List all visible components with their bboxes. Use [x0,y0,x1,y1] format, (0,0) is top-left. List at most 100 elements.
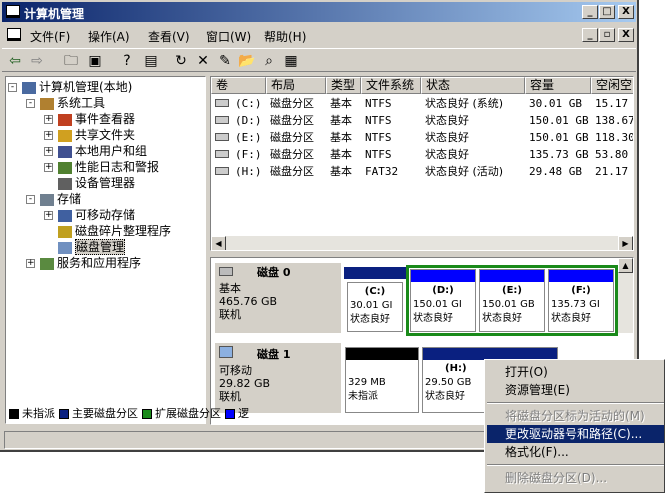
console-tree: - 计算机管理(本地) - 系统工具 + 事件查看器 + 共享文件夹 + 本地用户和组 + 性能日志和… [5,76,206,424]
partition-d[interactable]: (D:) 150.01 GI 状态良好 [410,269,476,332]
context-menu-item[interactable]: 资源管理(E) [487,381,664,399]
show-tree-icon[interactable]: ▣ [86,52,104,70]
disk-1-info[interactable]: 磁盘 1 可移动 29.82 GB 联机 [215,343,341,413]
menu-window[interactable]: 窗口(W) [206,28,251,45]
window-title: 计算机管理 [24,7,85,21]
tree-node-icon [40,193,54,206]
tree-node[interactable]: 存储 [40,191,81,207]
tree-node-label: 可移动存储 [75,208,136,222]
tree-expander[interactable]: + [44,147,53,156]
volume-cell-layout: 磁盘分区 [270,148,314,161]
open-folder-icon[interactable]: 📂 [238,52,256,70]
disk-0-c-bar [344,267,406,279]
column-header[interactable]: 状态 [421,77,525,94]
volume-row[interactable]: (D:) 磁盘分区 基本 NTFS 状态良好 150.01 GB 138.67 [211,112,633,129]
menu-file[interactable]: 文件(F) [30,28,70,45]
inner-close-button[interactable]: X [618,28,634,42]
scroll-left-button[interactable]: ◀ [211,236,226,250]
partition-e[interactable]: (E:) 150.01 GB 状态良好 [479,269,545,332]
context-menu-item[interactable]: 将磁盘分区标为活动的(M) [487,407,664,425]
tree-node[interactable]: 磁盘碎片整理程序 [58,223,171,239]
tree-node-label: 系统工具 [57,96,106,110]
context-menu-item[interactable]: 删除磁盘分区(D)... [487,469,664,487]
disk-0-info[interactable]: 磁盘 0 基本 465.76 GB 联机 [215,263,341,333]
help-icon[interactable]: ? [118,52,136,70]
tree-expander[interactable]: - [26,99,35,108]
vertical-scrollbar[interactable]: ▲ [618,258,633,333]
volume-cell-layout: 磁盘分区 [270,165,314,178]
tree-node[interactable]: 设备管理器 [58,175,135,191]
volume-cell-fs: FAT32 [365,165,399,178]
unallocated-space[interactable]: 329 MB 未指派 [345,347,419,413]
disk-1-state: 联机 [219,390,241,403]
tree-node[interactable]: 系统工具 [40,95,105,111]
volume-row[interactable]: (F:) 磁盘分区 基本 NTFS 状态良好 135.73 GB 53.80 G [211,146,633,163]
menu-action[interactable]: 操作(A) [88,28,130,45]
tree-node-icon [40,97,54,110]
tree-expander[interactable]: + [26,259,35,268]
tree-expander[interactable]: - [8,83,17,92]
back-arrow-icon[interactable]: ⇦ [6,52,24,70]
legend-label: 主要磁盘分区 [72,407,138,420]
up-folder-icon[interactable]: 🗀 [62,52,80,70]
tree-expander[interactable]: + [44,211,53,220]
volume-cell-fs: NTFS [365,131,392,144]
menu-help[interactable]: 帮助(H) [264,28,306,45]
tree-node[interactable]: 计算机管理(本地) [22,79,132,95]
tree-expander[interactable]: + [44,163,53,172]
delete-icon[interactable]: ✕ [194,52,212,70]
tree-node-label: 磁盘碎片整理程序 [75,224,172,238]
minimize-button[interactable]: _ [582,5,598,19]
scroll-up-button[interactable]: ▲ [618,258,633,273]
search-icon[interactable]: ⌕ [260,52,278,70]
export-icon[interactable]: ▦ [282,52,300,70]
document-icon [7,28,21,41]
context-menu-item[interactable]: 更改驱动器号和路径(C)... [487,425,664,443]
tree-expander[interactable]: + [44,115,53,124]
context-menu-item[interactable]: 打开(O) [487,363,664,381]
tree-expander[interactable]: - [26,195,35,204]
tree-node[interactable]: 磁盘管理 [58,239,126,255]
toolbar: ⇦ ⇨ 🗀 ▣ ? ▤ ↻ ✕ ✎ 📂 ⌕ ▦ [2,48,636,72]
inner-minimize-button[interactable]: _ [582,28,598,42]
column-header[interactable]: 布局 [266,77,326,94]
volume-row[interactable]: (C:) 磁盘分区 基本 NTFS 状态良好 (系统) 30.01 GB 15.17 G [211,95,633,112]
forward-arrow-icon[interactable]: ⇨ [28,52,46,70]
tree-node-icon [58,177,72,190]
tree-node-label: 磁盘管理 [75,239,126,255]
tree-node[interactable]: 事件查看器 [58,111,135,127]
volume-cell-fs: NTFS [365,114,392,127]
refresh-icon[interactable]: ↻ [172,52,190,70]
partition-c[interactable]: (C:) 30.01 GI 状态良好 [347,282,403,332]
column-header[interactable]: 空闲空 [591,77,633,94]
tree-node[interactable]: 本地用户和组 [58,143,147,159]
volume-cell-free: 53.80 G [595,148,633,161]
close-button[interactable]: X [618,5,634,19]
tree-expander[interactable]: + [44,131,53,140]
tree-node-icon [58,209,72,222]
volume-row[interactable]: (E:) 磁盘分区 基本 NTFS 状态良好 150.01 GB 118.30 [211,129,634,146]
column-header[interactable]: 卷 [211,77,266,94]
disk-0-kind: 基本 [219,282,241,295]
inner-restore-button[interactable]: ▫ [599,28,615,42]
context-menu-item[interactable]: 格式化(F)... [487,443,664,461]
tree-node[interactable]: 服务和应用程序 [40,255,141,271]
tree-node[interactable]: 性能日志和警报 [58,159,159,175]
scroll-right-button[interactable]: ▶ [618,236,633,250]
horizontal-scrollbar[interactable]: ◀ ▶ [211,236,633,250]
tree-node[interactable]: 共享文件夹 [58,127,135,143]
volume-row[interactable]: (H:) 磁盘分区 基本 FAT32 状态良好 (活动) 29.48 GB 21.17 G [211,163,633,180]
column-header[interactable]: 文件系统 [361,77,421,94]
volume-cell-free: 118.30 [595,131,634,144]
column-header[interactable]: 容量 [525,77,591,94]
volume-cell-cap: 135.73 GB [529,148,589,161]
partition-f[interactable]: (F:) 135.73 GI 状态良好 [548,269,614,332]
tree-node[interactable]: 可移动存储 [58,207,135,223]
column-header[interactable]: 类型 [326,77,361,94]
disk-1-name: 磁盘 1 [257,348,291,361]
maximize-button[interactable]: □ [599,5,615,19]
properties-icon[interactable]: ▤ [142,52,160,70]
menu-view[interactable]: 查看(V) [148,28,190,45]
edit-icon[interactable]: ✎ [216,52,234,70]
tree-node-icon [22,81,36,94]
